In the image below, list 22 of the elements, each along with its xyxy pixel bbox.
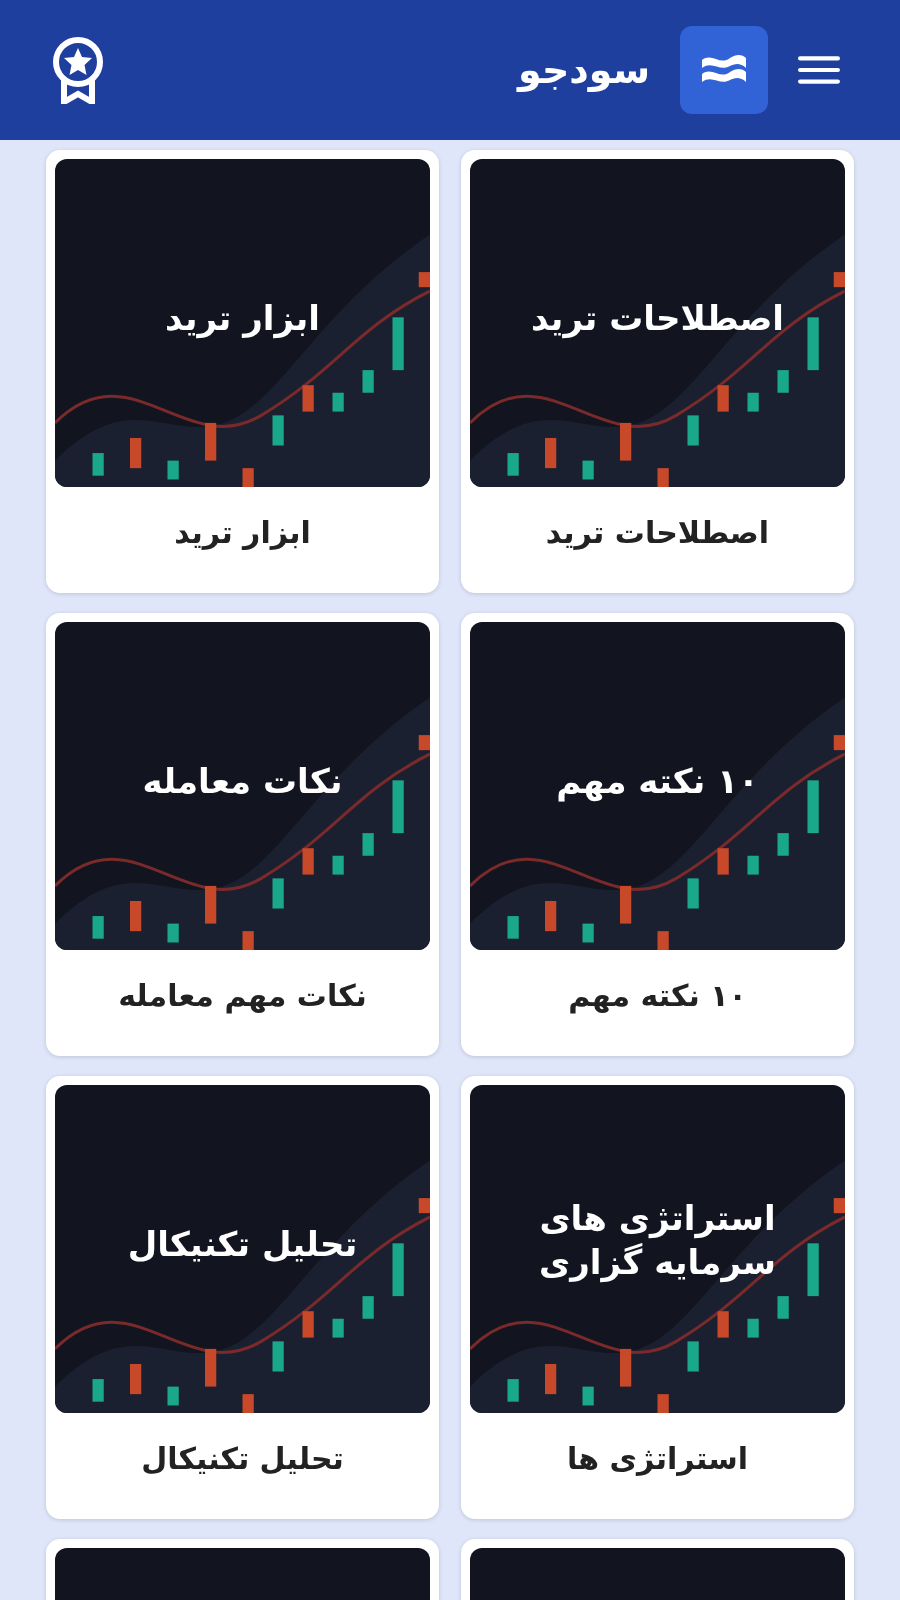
thumbnail-title: نکات معامله [141,760,344,804]
article-card[interactable]: ۱۰ نکته مهم ۱۰ نکته مهم [461,613,854,1056]
article-card[interactable]: استراتژی های سرمایه گزاری استراتژی ها [461,1076,854,1519]
thumbnail-title: اصطلاحات ترید [529,297,785,341]
app-name: سودجو [518,48,650,92]
logo-icon [680,26,768,114]
thumbnail-title: استراتژی های سرمایه گزاری [538,1196,777,1285]
card-title: تحلیل تکنیکال [141,1440,344,1478]
card-title: استراتژی ها [567,1440,748,1478]
thumbnail-title: ابزار ترید [164,297,321,341]
card-title: اصطلاحات ترید [545,514,770,552]
article-card[interactable]: ابزار ترید ابزار ترید [46,150,439,593]
card-title: نکات مهم معامله [118,977,367,1016]
card-title: ابزار ترید [174,514,311,552]
thumbnail-title: تحلیل تکنیکال [126,1223,359,1267]
card-title: ۱۰ نکته مهم [568,977,747,1016]
thumbnail-title: ۱۰ نکته مهم [555,760,760,804]
article-card[interactable]: نکات معامله نکات مهم معامله [46,613,439,1056]
menu-icon[interactable] [798,54,840,86]
article-card[interactable]: تحلیل تکنیکال تحلیل تکنیکال [46,1076,439,1519]
article-card[interactable]: اصطلاحات ترید اصطلاحات ترید [461,150,854,593]
medal-icon[interactable] [52,36,104,104]
